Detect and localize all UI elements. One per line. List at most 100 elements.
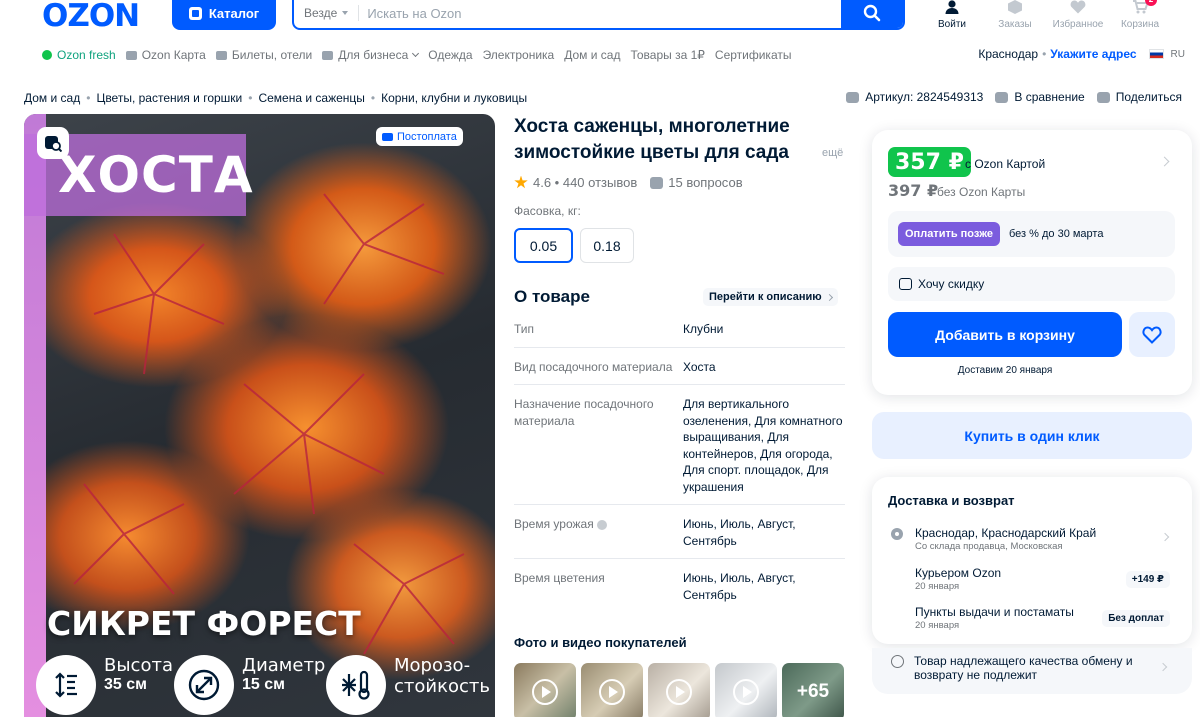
pay-later-text: без % до 30 марта (1009, 228, 1104, 240)
want-discount-button[interactable]: Хочу скидку (888, 267, 1175, 301)
play-icon (599, 679, 625, 705)
breadcrumb: Дом и сад • Цветы, растения и горшки • С… (24, 91, 527, 105)
nav-item-goods-for-1[interactable]: Товары за 1₽ (630, 48, 704, 62)
pack-label: Фасовка, кг: (514, 204, 581, 218)
login-button[interactable]: Войти (922, 0, 982, 30)
customer-video-thumb[interactable] (648, 663, 710, 717)
compare-button[interactable]: В сравнение (995, 90, 1085, 104)
nav-item-business[interactable]: Для бизнеса (322, 48, 420, 62)
plane-icon (215, 50, 227, 60)
spec-row: Вид посадочного материала Хоста (514, 348, 845, 385)
favorites-button[interactable]: Избранное (1048, 0, 1108, 30)
spec-value: Хоста (683, 359, 716, 374)
address-link[interactable]: Укажите адрес (1050, 47, 1136, 61)
catalog-label: Каталог (208, 5, 260, 21)
ozon-card-price[interactable]: 357 ₽ (888, 147, 971, 177)
questions-link[interactable]: 15 вопросов (668, 175, 742, 190)
nav-item-electronics[interactable]: Электроника (483, 48, 555, 62)
breadcrumb-item[interactable]: Цветы, растения и горшки (96, 91, 242, 105)
returns-text: Товар надлежащего качества обмену и возв… (914, 654, 1133, 682)
heart-icon (1070, 0, 1086, 14)
nav-item-home-garden[interactable]: Дом и сад (564, 48, 620, 62)
image-subtitle: СИКРЕТ ФОРЕСТ (47, 604, 361, 643)
orders-button[interactable]: Заказы (985, 0, 1045, 30)
buy-one-click-button[interactable]: Купить в один клик (872, 412, 1192, 459)
image-spec-strip: Высота 35 см Диаметр 15 см Морозо-стойкост… (24, 655, 495, 717)
find-similar-button[interactable] (37, 127, 69, 159)
search-button[interactable] (841, 0, 903, 28)
spec-row: Назначение посадочного материала Для верт… (514, 385, 845, 505)
search-scope-select[interactable]: Везде (294, 6, 358, 20)
return-icon (891, 655, 904, 668)
nav-item-ozon-fresh[interactable]: Ozon fresh (42, 48, 116, 62)
cart-label: Корзина (1120, 19, 1160, 30)
ru-flag-icon[interactable] (1148, 49, 1164, 59)
customer-video-thumb[interactable] (715, 663, 777, 717)
spec-key: Назначение посадочного материала (514, 397, 654, 428)
breadcrumb-item[interactable]: Корни, клубни и луковицы (381, 91, 527, 105)
info-icon[interactable] (597, 519, 608, 530)
image-search-icon (45, 136, 62, 152)
product-image[interactable]: ХОСТА Постоплата СИКРЕТ ФОРЕСТ Высота 35 … (24, 114, 495, 717)
specs-table: Тип Клубни Вид посадочного материала Хоста… (514, 310, 845, 612)
questions-icon (650, 176, 664, 189)
customer-video-thumb[interactable] (514, 663, 576, 717)
spec-key: Время цветения (514, 571, 605, 585)
add-to-favorites-button[interactable] (1129, 312, 1175, 357)
spec-value: 15 см (242, 676, 285, 693)
pay-later-button[interactable]: Оплатить позже (898, 222, 1000, 246)
price-card: 357 ₽ с Ozon Картой 397 ₽ без Ozon Карты… (872, 130, 1192, 395)
fresh-icon (42, 50, 52, 60)
article-number[interactable]: Артикул: 2824549313 (846, 90, 983, 104)
more-photos-count: +65 (796, 681, 830, 702)
delivery-method: Курьером Ozon (915, 566, 1002, 580)
want-discount-label: Хочу скидку (918, 277, 985, 291)
share-button[interactable]: Поделиться (1096, 90, 1182, 104)
compare-icon (995, 91, 1009, 103)
add-to-cart-button[interactable]: Добавить в корзину (888, 312, 1122, 357)
breadcrumb-separator: • (370, 91, 376, 105)
nav-item-tickets[interactable]: Билеты, отели (215, 48, 313, 62)
ozon-logo[interactable]: OZON (42, 0, 140, 34)
language-label[interactable]: RU (1171, 49, 1185, 60)
catalog-button[interactable]: Каталог (172, 0, 276, 30)
nav-label: Ozon fresh (57, 48, 116, 62)
delivery-warehouse: Со склада продавца, Московская (915, 541, 1063, 552)
pack-option[interactable]: 0.18 (580, 228, 634, 263)
location-pin-icon (891, 528, 903, 540)
star-icon (514, 175, 528, 189)
chevron-right-icon (1158, 662, 1168, 672)
returns-info[interactable]: Товар надлежащего качества обмену и возв… (872, 648, 1192, 694)
breadcrumb-item[interactable]: Семена и саженцы (258, 91, 364, 105)
nav-item-clothes[interactable]: Одежда (428, 48, 472, 62)
spec-frost: Морозо-стойкость (326, 655, 490, 715)
title-more-link[interactable]: ещё (822, 147, 843, 159)
delivery-date-note: Доставим 20 января (957, 365, 1053, 376)
spec-value: Июнь, Июль, Август, Сентябрь (683, 517, 796, 548)
search-bar: Везде (292, 0, 905, 30)
nav-item-certificates[interactable]: Сертификаты (715, 48, 792, 62)
chevron-right-icon[interactable] (1159, 156, 1170, 167)
play-icon (666, 679, 692, 705)
more-photos-thumb[interactable]: +65 (782, 663, 844, 717)
discount-icon (899, 278, 912, 290)
search-scope-label: Везде (304, 6, 338, 20)
nav-item-ozon-card[interactable]: Ozon Карта (125, 48, 206, 62)
search-input[interactable] (359, 0, 841, 28)
breadcrumb-separator: • (86, 91, 91, 105)
nav-label: Для бизнеса (338, 48, 409, 62)
cart-button[interactable]: 2 Корзина (1110, 0, 1170, 30)
delivery-location: Краснодар, Краснодарский Край (915, 526, 1097, 540)
rating-reviews-link[interactable]: 4.6 • 440 отзывов (533, 175, 637, 190)
regular-price-label: без Ozon Карты (937, 185, 1026, 199)
city-name[interactable]: Краснодар (978, 47, 1038, 61)
pack-option-selected[interactable]: 0.05 (514, 228, 573, 263)
customer-video-thumb[interactable] (581, 663, 643, 717)
delivery-date: 20 января (915, 620, 960, 631)
pay-later-block[interactable]: Оплатить позже без % до 30 марта (888, 211, 1175, 257)
height-icon (36, 655, 96, 715)
play-icon (532, 679, 558, 705)
go-to-description-button[interactable]: Перейти к описанию (703, 288, 838, 306)
breadcrumb-item[interactable]: Дом и сад (24, 91, 80, 105)
nav-label: Билеты, отели (231, 48, 313, 62)
